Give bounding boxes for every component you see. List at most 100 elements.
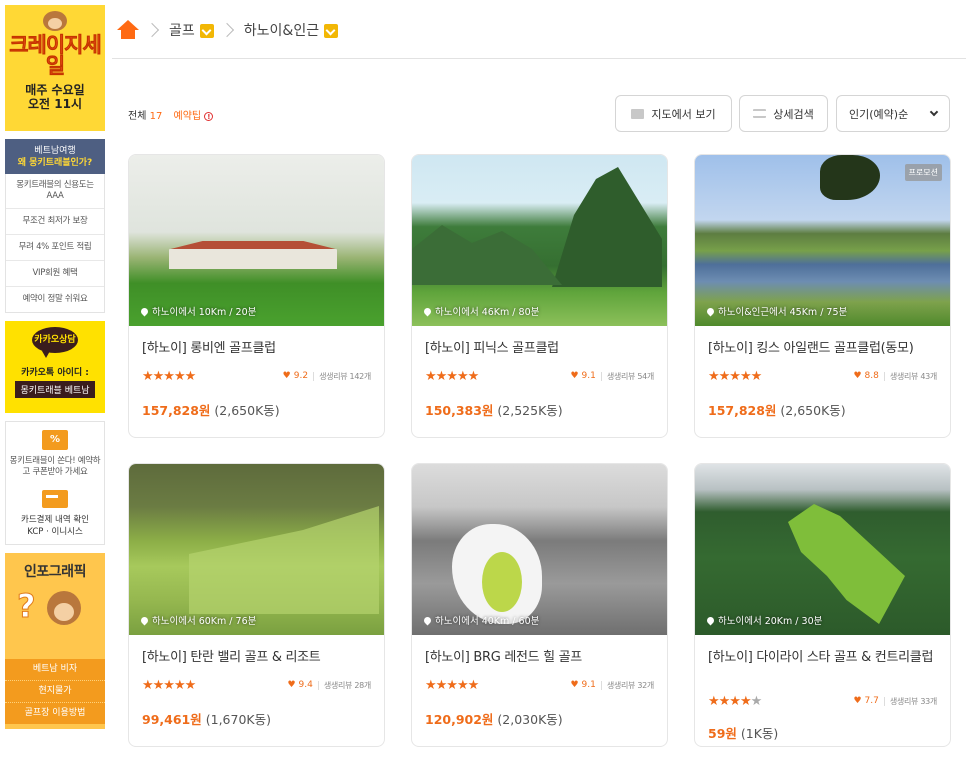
crazy-sale-banner[interactable]: 크레이지세일 매주 수요일 오전 11시 (5, 5, 105, 131)
promotion-badge: 프로모션 (904, 164, 942, 181)
trust-item-points[interactable]: 무려 4% 포인트 적립 (6, 234, 104, 260)
heart-icon: ♥ (282, 371, 291, 381)
golf-card[interactable]: 하노이에서 60Km / 76분 [하노이] 탄란 밸리 골프 & 리조트 ★★… (128, 463, 385, 747)
golf-card[interactable]: 하노이에서 10Km / 20분 [하노이] 롱비엔 골프클럽 ★★★★★ ♥ 9… (128, 154, 385, 438)
golf-name[interactable]: [하노이] 다이라이 스타 골프 & 컨트리클럽 (708, 649, 937, 683)
heart-icon: ♥ (570, 371, 579, 381)
coupon-text: 몽키트래블이 쏜다! 예약하고 쿠폰받아 가세요 (9, 456, 101, 477)
trust-item-easy-booking[interactable]: 예약이 정말 쉬워요 (6, 286, 104, 312)
stars-on: ★★★★ (708, 693, 752, 709)
trust-item-lowest-price[interactable]: 무조건 최저가 보장 (6, 208, 104, 234)
golf-course-photo: 프로모션 하노이&인근에서 45Km / 75분 (695, 155, 950, 326)
infographic-links: 베트남 비자 현지물가 골프장 이용방법 (5, 659, 105, 724)
stars-on: ★★★★★ (142, 677, 196, 693)
location-pin-icon (422, 306, 433, 317)
map-icon (631, 108, 645, 119)
rating-row: ★★★★★ ♥ 9.2 생생리뷰 142개 (142, 368, 371, 384)
price-krw: 59원 (708, 726, 737, 741)
card-payment-text: 카드결제 내역 확인 (21, 515, 89, 525)
location-text: 하노이에서 46Km / 80분 (435, 307, 540, 318)
kakao-consult-banner[interactable]: 카카오상담 카카오톡 아이디 : 몽키트래블 베트남 (5, 321, 105, 413)
trust-item-vip[interactable]: VIP회원 혜택 (6, 260, 104, 286)
chevron-right-icon (219, 22, 234, 38)
kakao-id-label: 카카오톡 아이디 : (21, 368, 89, 378)
stars-on: ★★★★★ (142, 368, 196, 384)
golf-name[interactable]: [하노이] 킹스 아일랜드 골프클럽(동모) (708, 340, 937, 357)
card-payment-providers: KCP · 이니시스 (27, 527, 83, 537)
star-rating: ★★★★★ (425, 678, 479, 693)
location-pin-icon (422, 615, 433, 626)
location-pin-icon (139, 306, 150, 317)
price: 99,461원 (1,670K동) (142, 709, 371, 728)
info-link-visa[interactable]: 베트남 비자 (5, 659, 105, 680)
golf-card[interactable]: 하노이에서 40Km / 60분 [하노이] BRG 레전드 힐 골프 ★★★★… (411, 463, 668, 747)
heart-icon: ♥ (287, 680, 296, 690)
trust-item-credit[interactable]: 몽키트래블의 신용도는 AAA (6, 174, 104, 208)
golf-name[interactable]: [하노이] 피닉스 골프클럽 (425, 340, 654, 357)
golf-course-photo: 하노이에서 60Km / 76분 (129, 464, 384, 635)
price-krw: 99,461원 (142, 712, 202, 727)
stars-on: ★★★★★ (708, 368, 762, 384)
location-text: 하노이&인근에서 45Km / 75분 (718, 307, 848, 318)
review-count[interactable]: 생생리뷰 54개 (607, 371, 654, 382)
review-count[interactable]: 생생리뷰 32개 (607, 680, 654, 691)
golf-name[interactable]: [하노이] BRG 레전드 힐 골프 (425, 649, 654, 666)
golf-card[interactable]: 하노이에서 46Km / 80분 [하노이] 피닉스 골프클럽 ★★★★★ ♥ 9… (411, 154, 668, 438)
dropdown-icon[interactable] (199, 24, 214, 38)
why-line1: 베트남여행 (34, 146, 76, 156)
why-monkeytravel-banner[interactable]: 베트남여행 왜 몽키트래블인가? (5, 139, 105, 174)
breadcrumb-golf[interactable]: 골프 (169, 20, 214, 40)
why-line2: 왜 몽키트래블인가? (17, 158, 93, 168)
question-mark-icon: ? (17, 587, 37, 626)
breadcrumb: 골프 하노이&인근 (117, 18, 339, 42)
detail-search-button[interactable]: 상세검색 (739, 95, 828, 132)
price-vnd: (1,670K동) (205, 712, 271, 727)
infographic-banner[interactable]: 인포그래픽 ? 베트남 비자 현지물가 골프장 이용방법 (5, 553, 105, 729)
rating-row: ★★★★★ ♥ 9.1 생생리뷰 32개 (425, 677, 654, 693)
location-text: 하노이에서 40Km / 60분 (435, 616, 540, 627)
divider (313, 371, 315, 381)
coupon-banner[interactable]: % 몽키트래블이 쏜다! 예약하고 쿠폰받아 가세요 카드결제 내역 확인 KC… (5, 421, 105, 545)
dropdown-icon[interactable] (324, 24, 339, 38)
golf-card[interactable]: 프로모션 하노이&인근에서 45Km / 75분 [하노이] 킹스 아일랜드 골… (694, 154, 951, 438)
location-label: 하노이에서 40Km / 60분 (422, 613, 540, 627)
divider (600, 371, 602, 381)
review-count[interactable]: 생생리뷰 142개 (319, 371, 371, 382)
price-krw: 157,828원 (142, 403, 211, 418)
star-rating: ★★★★★ (142, 677, 196, 693)
price: 120,902원 (2,030K동) (425, 709, 654, 728)
map-view-button[interactable]: 지도에서 보기 (615, 95, 732, 132)
info-link-prices[interactable]: 현지물가 (5, 680, 105, 702)
home-icon[interactable] (117, 20, 139, 40)
golf-name[interactable]: [하노이] 롱비엔 골프클럽 (142, 340, 371, 357)
kakao-bubble-icon: 카카오상담 (32, 327, 78, 358)
review-count[interactable]: 생생리뷰 33개 (890, 696, 937, 707)
left-sidebar: 크레이지세일 매주 수요일 오전 11시 베트남여행 왜 몽키트래블인가? 몽키… (5, 5, 105, 729)
booking-tip-link[interactable]: 예약팁 ! (174, 111, 214, 122)
review-count[interactable]: 생생리뷰 28개 (324, 680, 371, 691)
price-krw: 157,828원 (708, 403, 777, 418)
heart-icon: ♥ (853, 371, 862, 381)
sort-select[interactable]: 인기(예약)순 (836, 95, 950, 132)
star-rating: ★★★★★ (142, 368, 196, 384)
breadcrumb-hanoi-label: 하노이&인근 (243, 23, 320, 39)
review-score: 7.7 (864, 696, 879, 706)
golf-name[interactable]: [하노이] 탄란 밸리 골프 & 리조트 (142, 649, 371, 666)
chevron-right-icon (144, 22, 160, 38)
divider (600, 680, 602, 690)
header-divider (112, 58, 966, 59)
golf-course-photo: 하노이에서 10Km / 20분 (129, 155, 384, 326)
review-count[interactable]: 생생리뷰 43개 (890, 371, 937, 382)
info-link-golf-guide[interactable]: 골프장 이용방법 (5, 702, 105, 724)
location-label: 하노이에서 60Km / 76분 (139, 613, 256, 627)
alert-icon: ! (204, 112, 214, 121)
sort-label: 인기(예약)순 (849, 107, 909, 121)
total-label: 전체 (128, 111, 147, 122)
review-score: 9.4 (298, 680, 313, 690)
location-label: 하노이&인근에서 45Km / 75분 (705, 304, 848, 318)
price-vnd: (1K동) (740, 726, 779, 741)
chevron-down-icon (929, 107, 939, 116)
star-rating: ★★★★★ (425, 369, 479, 384)
golf-card[interactable]: 하노이에서 20Km / 30분 [하노이] 다이라이 스타 골프 & 컨트리클… (694, 463, 951, 747)
breadcrumb-hanoi[interactable]: 하노이&인근 (243, 20, 339, 40)
